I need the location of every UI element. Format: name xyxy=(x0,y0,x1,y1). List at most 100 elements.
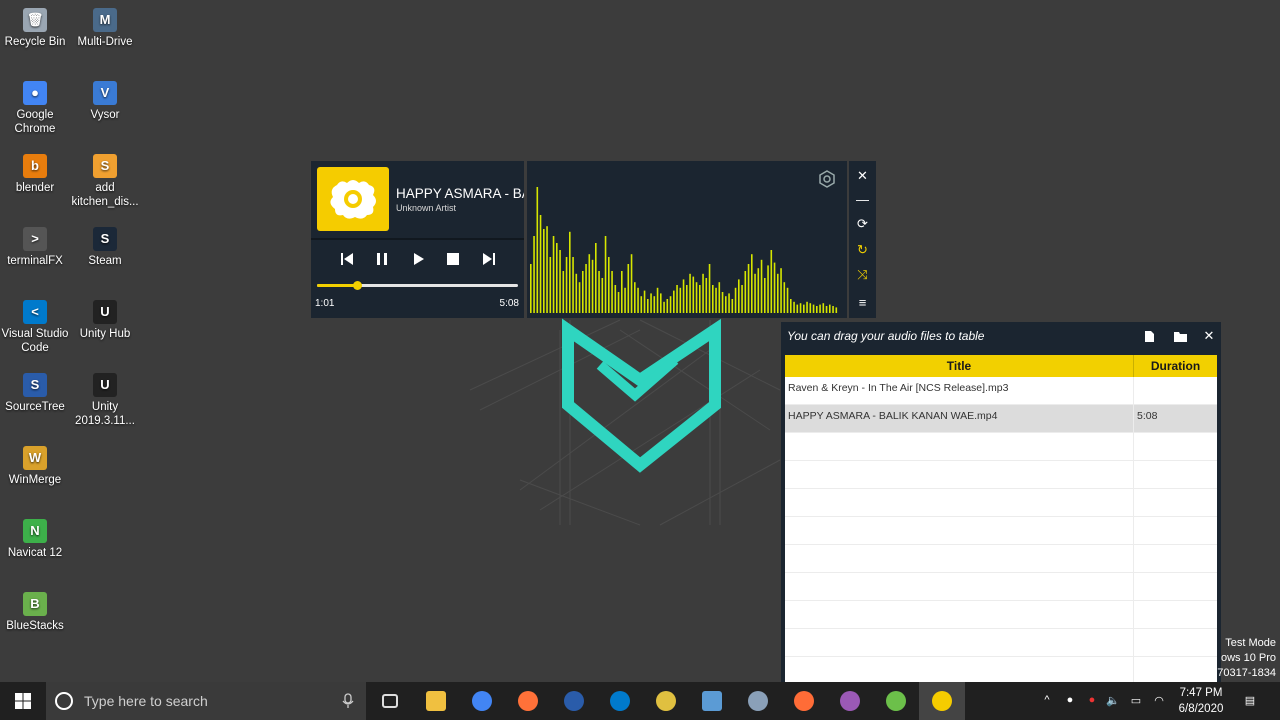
taskbar-app-task-view[interactable] xyxy=(367,682,413,720)
visualizer-bar xyxy=(728,293,730,313)
taskbar-app-file-explorer[interactable] xyxy=(413,682,459,720)
skip-previous-icon xyxy=(341,253,353,265)
shuffle-button[interactable]: ⤨ xyxy=(849,265,876,285)
close-button[interactable]: ✕ xyxy=(849,166,876,186)
play-icon xyxy=(414,253,424,265)
cell-empty xyxy=(1134,573,1217,600)
microphone-icon[interactable] xyxy=(342,693,354,709)
visualizer-bar xyxy=(751,254,753,313)
power-icon[interactable]: ▭ xyxy=(1128,692,1144,708)
cell-empty xyxy=(1134,601,1217,628)
desktop-icon[interactable]: 🗑 Recycle Bin xyxy=(0,8,70,49)
previous-button[interactable] xyxy=(337,249,357,269)
github-button[interactable]: ⟳ xyxy=(849,214,876,234)
visualizer-bar xyxy=(556,243,558,313)
sourcetree-icon xyxy=(564,691,584,711)
visualizer-bar xyxy=(747,264,750,313)
visualizer-bar xyxy=(689,273,691,313)
table-row[interactable]: Raven & Kreyn - In The Air [NCS Release]… xyxy=(785,377,1217,405)
desktop-icon[interactable]: N Navicat 12 xyxy=(0,519,70,560)
seek-slider-handle[interactable] xyxy=(353,281,363,290)
play-button[interactable] xyxy=(408,249,428,269)
taskbar-app-explorer-window[interactable] xyxy=(735,682,781,720)
desktop-icon[interactable]: S Steam xyxy=(70,227,140,268)
desktop-icon[interactable]: B BlueStacks xyxy=(0,592,70,633)
chrome-tray-icon[interactable]: ● xyxy=(1062,692,1078,708)
visualizer-bar xyxy=(721,292,724,313)
column-header-duration[interactable]: Duration xyxy=(1134,355,1217,377)
next-button[interactable] xyxy=(479,249,499,269)
firefox-icon xyxy=(518,691,538,711)
desktop-icon[interactable]: ● Google Chrome xyxy=(0,81,70,136)
minimize-button[interactable]: — xyxy=(849,189,876,209)
taskbar-app-music-player[interactable] xyxy=(919,682,965,720)
repeat-button[interactable]: ↻ xyxy=(849,240,876,260)
taskbar-app-3d-builder[interactable] xyxy=(689,682,735,720)
desktop-icon[interactable]: M Multi-Drive xyxy=(70,8,140,49)
record-tray-icon[interactable]: ● xyxy=(1084,692,1100,708)
add-folder-button[interactable] xyxy=(1170,326,1190,346)
visualizer-bar xyxy=(773,262,776,313)
visualizer-bar xyxy=(725,296,727,313)
player-panel: HAPPY ASMARA - BALIK KANAN WAE Unknown A… xyxy=(311,161,524,318)
tray-overflow-icon[interactable]: ^ xyxy=(1039,692,1055,708)
pause-button[interactable] xyxy=(372,249,392,269)
background-logo xyxy=(469,318,781,526)
action-center-icon[interactable]: ▤ xyxy=(1242,692,1258,708)
taskbar-app-chrome[interactable] xyxy=(459,682,505,720)
table-row[interactable]: HAPPY ASMARA - BALIK KANAN WAE.mp4 5:08 xyxy=(785,405,1217,433)
windows-logo-icon xyxy=(15,693,31,709)
media-app-icon xyxy=(840,691,860,711)
seek-slider-fill xyxy=(317,284,358,287)
desktop-icon[interactable]: Sadd kitchen_dis... xyxy=(70,154,140,209)
app-icon: ● xyxy=(23,81,47,105)
desktop-icon[interactable]: W WinMerge xyxy=(0,446,70,487)
stop-button[interactable] xyxy=(443,249,463,269)
desktop-icon-label: Unity 2019.3.11... xyxy=(75,401,135,427)
wifi-icon[interactable]: ◠ xyxy=(1151,692,1167,708)
app-icon: U xyxy=(93,300,117,324)
taskbar-app-media-app[interactable] xyxy=(827,682,873,720)
desktop-icon[interactable]: > terminalFX xyxy=(0,227,70,268)
clock[interactable]: 7:47 PM 6/8/2020 xyxy=(1176,685,1226,717)
visualizer-settings-icon[interactable] xyxy=(817,169,837,189)
visualizer-bar xyxy=(530,264,532,313)
column-header-title[interactable]: Title xyxy=(785,355,1134,377)
visualizer-bar xyxy=(699,285,701,313)
clover-app-icon xyxy=(886,691,906,711)
visualizer-bar xyxy=(832,306,834,313)
seek-slider[interactable] xyxy=(317,281,518,290)
visualizer-bar xyxy=(647,299,649,313)
cortana-icon xyxy=(55,692,73,710)
desktop-icon[interactable]: b blender xyxy=(0,154,70,195)
desktop-icon[interactable]: V Vysor xyxy=(70,81,140,122)
album-art xyxy=(317,167,389,231)
visualizer-bar xyxy=(539,215,542,313)
desktop-icon-label: terminalFX xyxy=(7,255,63,267)
add-file-button[interactable] xyxy=(1139,326,1159,346)
desktop-icon[interactable]: < Visual Studio Code xyxy=(0,300,70,355)
taskbar-app-sourcetree[interactable] xyxy=(551,682,597,720)
taskbar-app-git-tool[interactable] xyxy=(643,682,689,720)
playlist-toggle-button[interactable]: ≡ xyxy=(849,292,876,312)
taskbar-app-clover-app[interactable] xyxy=(873,682,919,720)
taskbar-app-postman[interactable] xyxy=(781,682,827,720)
table-row-empty xyxy=(785,573,1217,601)
taskbar-app-vscode[interactable] xyxy=(597,682,643,720)
cell-empty xyxy=(1134,629,1217,656)
desktop-icon[interactable]: U Unity Hub xyxy=(70,300,140,341)
volume-icon[interactable]: 🔈 xyxy=(1105,692,1121,708)
visualizer-bar xyxy=(783,282,786,313)
desktop-icon[interactable]: U Unity 2019.3.11... xyxy=(70,373,140,428)
search-placeholder: Type here to search xyxy=(84,693,208,709)
taskbar-search[interactable]: Type here to search xyxy=(46,682,366,720)
start-button[interactable] xyxy=(0,682,46,720)
github-icon: ⟳ xyxy=(857,216,868,231)
clock-date: 6/8/2020 xyxy=(1178,703,1224,715)
desktop-icon[interactable]: S SourceTree xyxy=(0,373,70,414)
taskbar-app-firefox[interactable] xyxy=(505,682,551,720)
music-player-logo-icon xyxy=(330,180,376,219)
skip-next-icon xyxy=(483,253,495,265)
playlist-close-button[interactable]: ✕ xyxy=(1199,326,1219,346)
chrome-icon xyxy=(472,691,492,711)
